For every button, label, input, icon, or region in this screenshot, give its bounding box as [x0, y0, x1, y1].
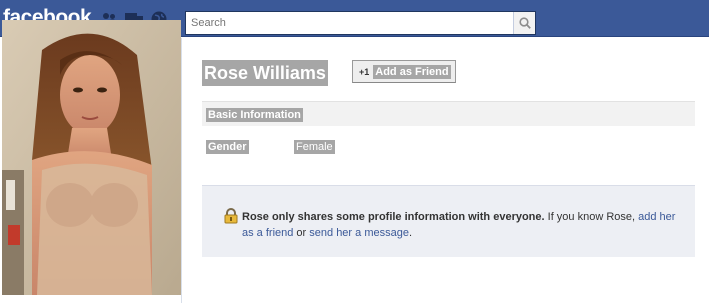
add-friend-icon: +1	[359, 66, 370, 77]
profile-photo[interactable]	[2, 20, 181, 295]
privacy-text-2: or	[293, 227, 310, 239]
privacy-text-3: .	[408, 227, 413, 239]
send-message-link[interactable]: send her a message	[309, 227, 409, 239]
privacy-message: Rose only shares some profile informatio…	[242, 209, 682, 241]
add-friend-button[interactable]: +1 Add as Friend	[352, 60, 456, 83]
profile-name: Rose Williams	[202, 60, 328, 86]
basic-info-header: Basic Information	[202, 101, 695, 126]
search-box	[185, 11, 536, 35]
basic-info-title: Basic Information	[206, 108, 303, 122]
privacy-notice: Rose only shares some profile informatio…	[202, 185, 695, 257]
lock-icon	[223, 208, 239, 224]
info-label-gender: Gender	[206, 140, 249, 154]
search-button[interactable]	[513, 12, 535, 34]
add-friend-label: Add as Friend	[373, 64, 451, 79]
privacy-text-1: If you know Rose,	[544, 211, 639, 223]
search-icon	[518, 17, 531, 29]
search-input[interactable]	[186, 13, 513, 33]
info-value-gender: Female	[294, 140, 335, 154]
privacy-bold-text: Rose only shares some profile informatio…	[242, 211, 545, 223]
